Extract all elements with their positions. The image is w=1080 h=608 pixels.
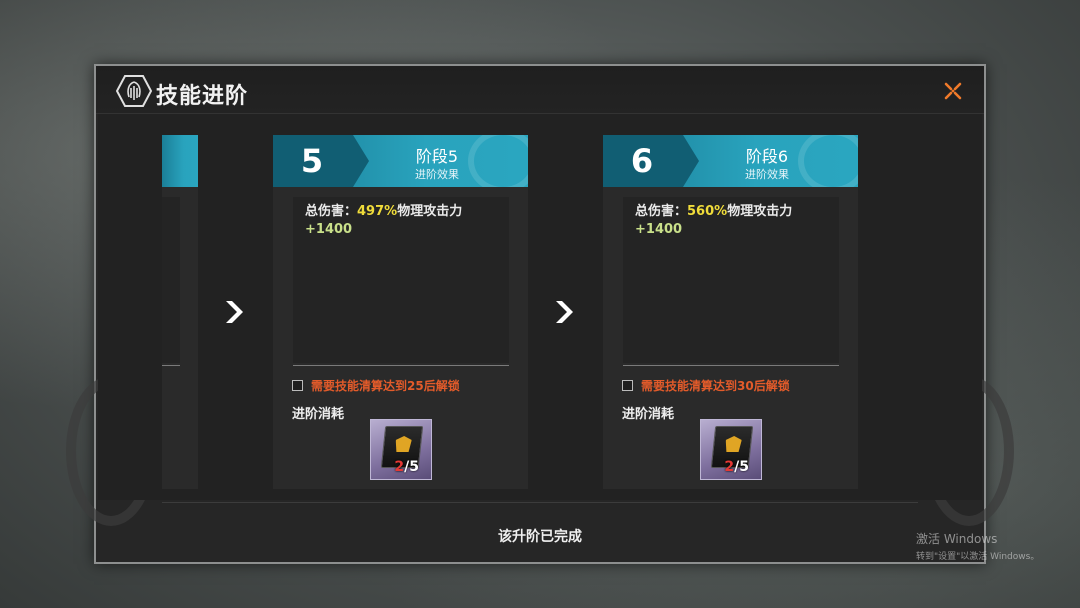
stage-card-header: 5 阶段5 进阶效果: [273, 135, 528, 187]
requirement-checkbox: [292, 379, 303, 391]
divider: [293, 365, 509, 366]
stage-subtitle: 进阶效果: [415, 168, 459, 181]
item-owned: 2: [724, 459, 735, 475]
effect-bonus: +1400: [635, 222, 683, 237]
effect-percent: 497%: [357, 204, 398, 219]
requirement-checkbox: [622, 379, 633, 391]
book-emblem-icon: [394, 436, 412, 452]
next-arrow-icon: [219, 297, 249, 327]
effect-label: 总伤害：: [635, 204, 688, 219]
cost-label: 进阶消耗: [622, 407, 675, 422]
advance-status-text: 该升阶已完成: [498, 529, 582, 545]
stage-number: 5: [300, 142, 324, 180]
stage-card-previous-effect: [162, 197, 180, 363]
effect-stat: 物理攻击力: [397, 204, 463, 219]
effect-bonus: +1400: [305, 222, 353, 237]
effect-panel: 总伤害：497%物理攻击力 +1400: [293, 197, 509, 363]
stage-card-previous-header: [162, 135, 198, 187]
item-required: /5: [734, 459, 749, 475]
item-count: 2/5: [394, 459, 419, 475]
watermark-title: 激活 Windows: [916, 532, 998, 546]
windows-activation-watermark: 激活 Windows 转到"设置"以激活 Windows。: [916, 530, 1039, 562]
stage-card-previous[interactable]: [162, 135, 198, 489]
watermark-subtitle: 转到"设置"以激活 Windows。: [916, 552, 1040, 562]
stage-title: 阶段5: [415, 147, 459, 166]
stage-number: 6: [630, 142, 654, 180]
stage-subtitle: 进阶效果: [745, 168, 789, 181]
effect-description: 总伤害：497%物理攻击力 +1400: [305, 203, 505, 239]
stage-card-header: 6 阶段6 进阶效果: [603, 135, 858, 187]
effect-panel: 总伤害：560%物理攻击力 +1400: [623, 197, 839, 363]
effect-description: 总伤害：560%物理攻击力 +1400: [635, 203, 835, 239]
skill-emblem-icon: [116, 75, 152, 107]
dialog-titlebar: 技能进阶: [96, 66, 984, 114]
item-count: 2/5: [724, 459, 749, 475]
footer-divider: [162, 502, 918, 503]
stage-card-5[interactable]: 5 阶段5 进阶效果 总伤害：497%物理攻击力 +1400 需要技能清算达到2…: [273, 135, 528, 489]
item-required: /5: [404, 459, 419, 475]
effect-stat: 物理攻击力: [727, 204, 793, 219]
skill-advance-dialog: 技能进阶 5 阶段5 进阶效果 总伤害：497%物理攻击力 +1400 需要技能…: [66, 64, 1014, 564]
effect-label: 总伤害：: [305, 204, 358, 219]
unlock-text: 需要技能清算达到25后解锁: [311, 378, 460, 393]
stage-card-previous-divider: [162, 365, 180, 366]
cost-item-slot[interactable]: 2/5: [700, 419, 762, 480]
divider: [623, 365, 839, 366]
book-emblem-icon: [724, 436, 742, 452]
cost-item-slot[interactable]: 2/5: [370, 419, 432, 480]
unlock-requirement: 需要技能清算达到25后解锁: [292, 377, 522, 393]
close-icon: [944, 82, 962, 100]
item-owned: 2: [394, 459, 405, 475]
close-button[interactable]: [940, 78, 966, 104]
unlock-text: 需要技能清算达到30后解锁: [641, 378, 790, 393]
unlock-requirement: 需要技能清算达到30后解锁: [622, 377, 852, 393]
dialog-title: 技能进阶: [156, 84, 249, 109]
stage-number-arrow: [683, 135, 699, 187]
next-arrow-icon: [549, 297, 579, 327]
stage-title: 阶段6: [745, 147, 789, 166]
stage-number-arrow: [353, 135, 369, 187]
stage-card-6[interactable]: 6 阶段6 进阶效果 总伤害：560%物理攻击力 +1400 需要技能清算达到3…: [603, 135, 858, 489]
effect-percent: 560%: [687, 204, 728, 219]
cost-label: 进阶消耗: [292, 407, 345, 422]
